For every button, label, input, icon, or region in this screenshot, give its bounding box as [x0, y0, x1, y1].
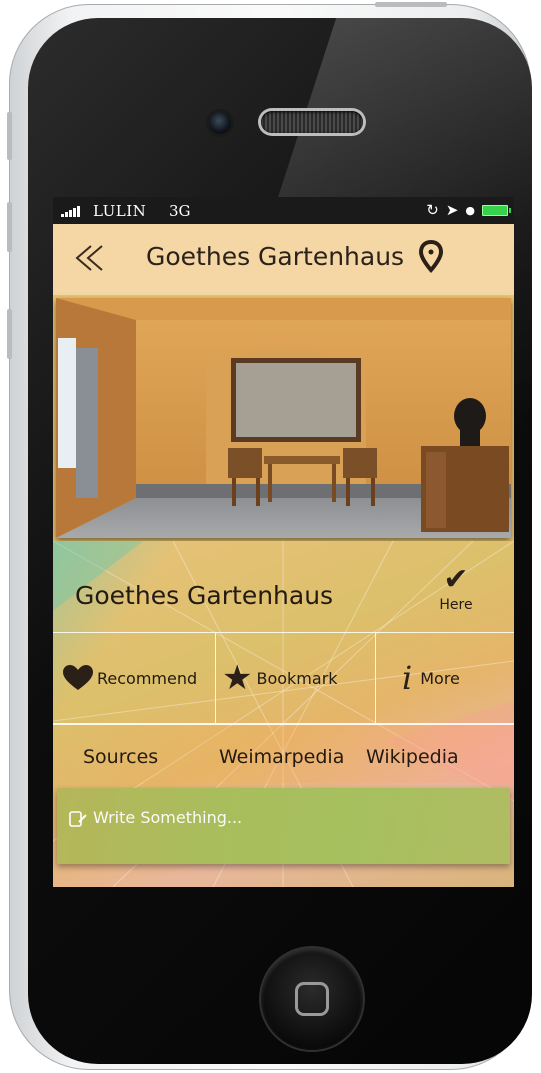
navigation-bar: Goethes Gartenhaus: [53, 224, 514, 295]
signal-strength-icon: [61, 206, 80, 217]
volume-down-button: [7, 309, 12, 359]
battery-icon: [482, 204, 511, 216]
recommend-label: Recommend: [97, 668, 198, 688]
bookmark-label: Bookmark: [256, 668, 338, 688]
front-camera: [209, 112, 231, 134]
carrier-name: LULIN: [93, 202, 147, 220]
double-chevron-left-icon[interactable]: [71, 238, 111, 278]
home-square-icon: [295, 982, 329, 1016]
sources-label: Sources: [83, 746, 159, 768]
place-name: Goethes Gartenhaus: [75, 581, 334, 610]
heart-icon: [63, 665, 93, 690]
here-label: Here: [439, 597, 473, 613]
star-icon: ★: [222, 658, 253, 698]
wikipedia-link[interactable]: Wikipedia: [366, 746, 459, 768]
status-bar: LULIN 3G ↻ ➤ ●: [53, 197, 514, 224]
home-button[interactable]: [261, 948, 363, 1050]
rotation-lock-icon: ↻: [426, 201, 439, 219]
network-type: 3G: [169, 202, 191, 220]
place-header: Goethes Gartenhaus ✔ Here: [53, 541, 514, 629]
earpiece-speaker: [261, 111, 363, 133]
sources-bar: Sources Weimarpedia Wikipedia: [53, 726, 514, 783]
comment-input[interactable]: Write Something...: [57, 788, 510, 864]
action-bar: Recommend ★ Bookmark i More: [53, 632, 514, 725]
info-icon: i: [402, 659, 413, 697]
silent-switch: [7, 112, 12, 160]
weimarpedia-link[interactable]: Weimarpedia: [219, 746, 344, 768]
status-icons: ↻ ➤ ●: [426, 201, 511, 219]
place-photo: [56, 298, 511, 538]
edit-note-icon: [69, 811, 87, 827]
more-label: More: [420, 668, 460, 688]
bookmark-button[interactable]: ★ Bookmark: [215, 633, 376, 723]
check-in-button[interactable]: ✔ Here: [433, 562, 479, 614]
phone-screen: LULIN 3G ↻ ➤ ● Goethes Gartenhaus Goethe…: [53, 197, 514, 887]
checkmark-icon: ✔: [443, 562, 469, 597]
more-button[interactable]: i More: [375, 633, 514, 723]
location-arrow-icon: ➤: [445, 201, 459, 219]
page-title: Goethes Gartenhaus: [146, 242, 405, 271]
power-button: [375, 2, 447, 7]
volume-up-button: [7, 202, 12, 252]
recommend-button[interactable]: Recommend: [53, 633, 215, 723]
comment-placeholder: Write Something...: [93, 808, 243, 827]
alarm-clock-icon: ●: [465, 203, 475, 217]
map-pin-icon[interactable]: [418, 239, 444, 276]
